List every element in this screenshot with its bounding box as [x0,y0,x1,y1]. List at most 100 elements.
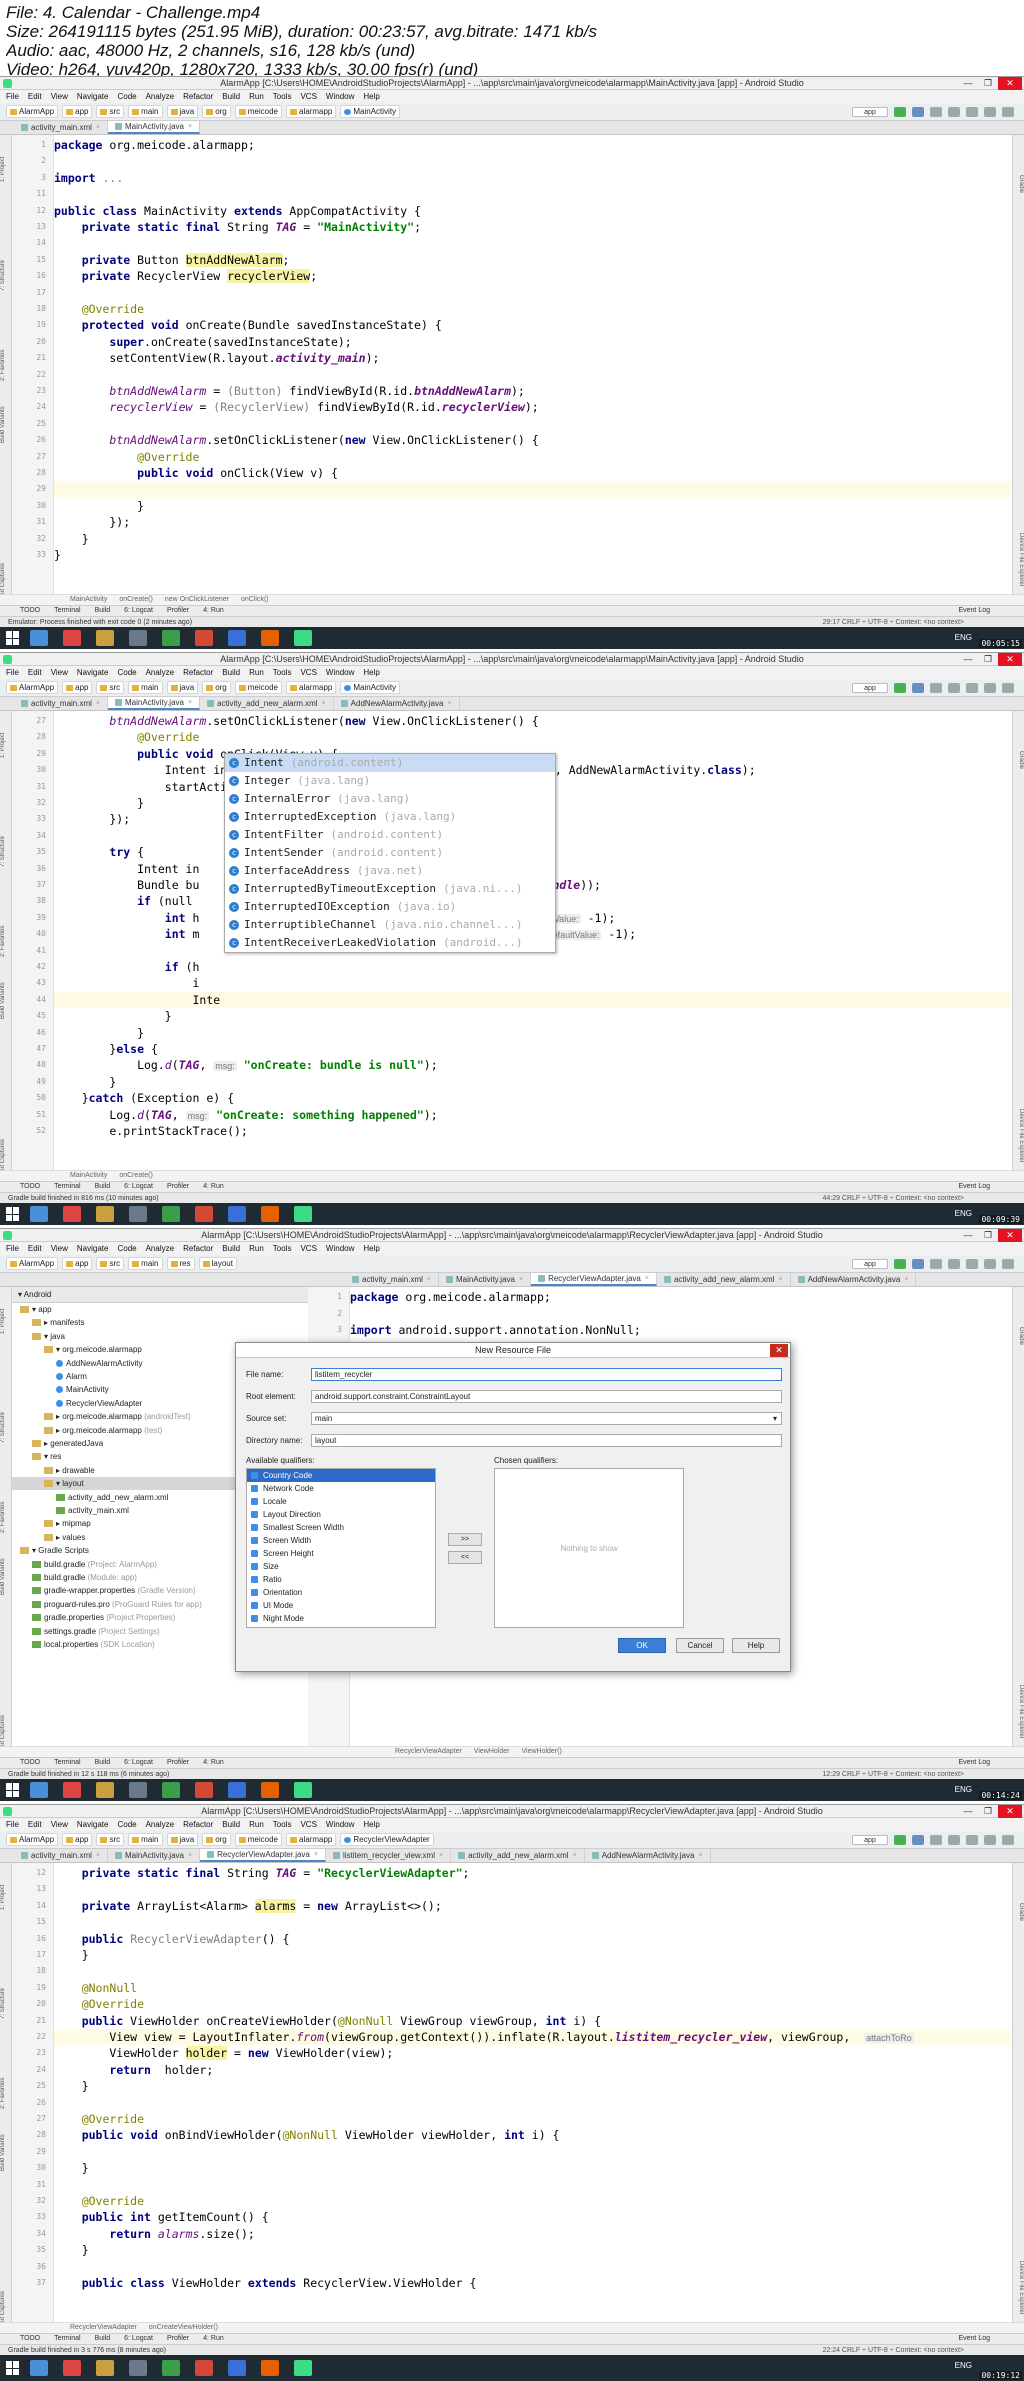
breadcrumb-item[interactable]: RecyclerViewAdapter [395,1748,462,1755]
qualifier-item[interactable]: Screen Height [247,1547,435,1560]
code-line[interactable]: protected void onCreate(Bundle savedInst… [54,317,1010,333]
close-tab-icon[interactable]: × [645,1275,649,1282]
code-line[interactable]: public ViewHolder onCreateViewHolder(@No… [54,2013,1010,2029]
excel-icon[interactable] [162,630,180,646]
nav-crumb[interactable]: app [62,105,93,118]
search-icon[interactable] [1002,107,1014,117]
search-icon[interactable] [1002,1259,1014,1269]
dialog-close-button[interactable]: ✕ [770,1344,788,1357]
menu-item-navigate[interactable]: Navigate [77,92,109,101]
telegram-icon[interactable] [30,2360,48,2376]
code-editor[interactable]: private static final String TAG = "Recyc… [54,1863,1010,2343]
code-line[interactable]: super.onCreate(savedInstanceState); [54,334,1010,350]
nav-crumb[interactable]: java [166,105,199,118]
nav-crumb[interactable]: java [166,1833,199,1846]
code-line[interactable]: @NonNull [54,1980,1010,1996]
close-tab-icon[interactable]: × [96,124,100,131]
tool-window-6-logcat[interactable]: 6: Logcat [124,607,153,614]
menu-item-view[interactable]: View [51,92,68,101]
avd-manager-icon[interactable] [966,1835,978,1845]
nav-crumb[interactable]: main [128,1257,163,1270]
minimize-button[interactable]: — [958,1229,978,1242]
code-line[interactable]: public int getItemCount() { [54,2209,1010,2225]
code-line[interactable]: private Button btnAddNewAlarm; [54,252,1010,268]
breadcrumb-item[interactable]: new OnClickListener [165,596,229,603]
avd-manager-icon[interactable] [966,1259,978,1269]
store-icon[interactable] [129,1206,147,1222]
event-log-button[interactable]: Event Log [958,1182,990,1192]
code-line[interactable]: public void onBindViewHolder(@NonNull Vi… [54,2127,1010,2143]
ok-button[interactable]: OK [618,1638,666,1653]
completion-item[interactable]: c InterruptedByTimeoutException (java.ni..… [225,880,555,898]
root-element-field[interactable]: android.support.constraint.ConstraintLay… [311,1389,782,1403]
telegram-icon[interactable] [30,630,48,646]
close-tab-icon[interactable]: × [427,1276,431,1283]
qualifier-item[interactable]: Screen Width [247,1534,435,1547]
nav-crumb[interactable]: src [96,1833,125,1846]
maximize-button[interactable]: ❐ [978,1229,998,1242]
menu-item-code[interactable]: Code [117,668,136,677]
telegram-icon[interactable] [30,1206,48,1222]
menu-item-file[interactable]: File [6,1820,19,1829]
menu-item-window[interactable]: Window [326,1820,354,1829]
code-line[interactable]: return holder; [54,2062,1010,2078]
project-tree-node[interactable]: ▾ java [12,1330,341,1343]
remove-qualifier-button[interactable]: << [448,1551,482,1564]
search-icon[interactable] [1002,683,1014,693]
code-line[interactable]: if (h [54,959,1010,975]
run-configuration[interactable]: app [852,1259,888,1269]
code-line[interactable]: @Override [54,729,1010,745]
qualifier-item[interactable]: Country Code [247,1469,435,1482]
run-configuration[interactable]: app [852,1835,888,1845]
firefox-icon[interactable] [261,2360,279,2376]
tool-window-button[interactable]: 1: Project [0,139,12,199]
breadcrumb-item[interactable]: MainActivity [70,596,107,603]
editor-tab[interactable]: activity_main.xml × [14,1849,108,1862]
menu-item-vcs[interactable]: VCS [300,1244,316,1253]
record-icon[interactable] [63,1782,81,1798]
event-log-button[interactable]: Event Log [958,2334,990,2344]
menu-item-build[interactable]: Build [222,1820,240,1829]
record-icon[interactable] [63,2360,81,2376]
breadcrumb-item[interactable]: onClick() [241,596,269,603]
editor-tab[interactable]: activity_add_new_alarm.xml × [451,1849,585,1862]
code-line[interactable]: } [54,1947,1010,1963]
nav-crumb[interactable]: org [202,681,231,694]
code-line[interactable] [54,481,1010,498]
qualifier-item[interactable]: Night Mode [247,1612,435,1625]
tool-window-todo[interactable]: TODO [20,607,40,614]
code-line[interactable]: @Override [54,2111,1010,2127]
nav-crumb[interactable]: src [96,681,125,694]
completion-item[interactable]: c InternalError (java.lang) [225,790,555,808]
firefox-icon[interactable] [261,1782,279,1798]
code-line[interactable]: } [54,498,1010,514]
nav-crumb[interactable]: alarmapp [286,681,337,694]
maximize-button[interactable]: ❐ [978,77,998,90]
start-button[interactable] [6,1783,20,1797]
start-button[interactable] [6,2361,20,2375]
tool-window-button[interactable]: Build Variants [0,971,12,1031]
code-line[interactable] [54,367,1010,383]
editor-tab[interactable]: RecyclerViewAdapter.java × [531,1273,657,1286]
file-explorer-icon[interactable] [96,1782,114,1798]
completion-item[interactable]: c InterruptedIOException (java.io) [225,898,555,916]
breadcrumb-item[interactable]: onCreate() [119,1172,152,1179]
tool-window-button[interactable]: Build Variants [0,395,12,455]
run-icon[interactable] [894,1835,906,1845]
run-icon[interactable] [894,107,906,117]
code-line[interactable]: public void onClick(View v) { [54,465,1010,481]
code-line[interactable]: i [54,975,1010,991]
telegram-icon[interactable] [30,1782,48,1798]
menu-item-run[interactable]: Run [249,92,264,101]
minimize-button[interactable]: — [958,77,978,90]
tool-window-terminal[interactable]: Terminal [54,1183,80,1190]
nav-crumb[interactable]: AlarmApp [6,105,59,118]
run-icon[interactable] [894,1259,906,1269]
code-line[interactable]: private static final String TAG = "MainA… [54,219,1010,235]
code-line[interactable]: btnAddNewAlarm.setOnClickListener(new Vi… [54,432,1010,448]
code-line[interactable]: } [54,1074,1010,1090]
code-line[interactable] [54,1963,1010,1979]
editor-tab[interactable]: activity_main.xml × [14,121,108,134]
sync-icon[interactable] [948,683,960,693]
chrome-icon[interactable] [195,630,213,646]
